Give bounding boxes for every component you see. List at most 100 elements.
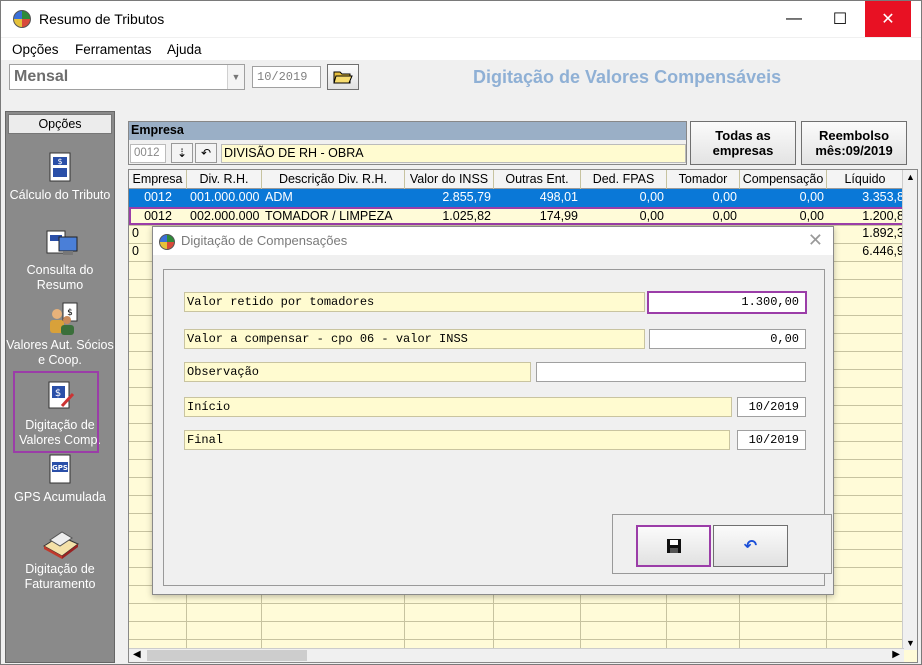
column-header[interactable]: Div. R.H. [187, 170, 262, 189]
column-header[interactable]: Descrição Div. R.H. [262, 170, 405, 189]
cell-empresa: 0012 [144, 190, 172, 204]
vertical-scrollbar[interactable]: ▲ ▼ [902, 170, 917, 650]
open-folder-button[interactable] [327, 64, 359, 90]
cell-div: 002.000.000 [190, 209, 260, 223]
empresa-code-field[interactable]: 0012 [130, 144, 166, 163]
cell-descricao: TOMADOR / LIMPEZA [265, 209, 393, 223]
computer-document-icon [45, 227, 78, 257]
app-logo-icon [159, 234, 175, 250]
sidebar-item-gps[interactable]: GPS GPS Acumulada [6, 454, 114, 505]
undo-arrow-icon[interactable]: ↶ [195, 143, 217, 163]
grid-line [129, 603, 904, 604]
menu-ajuda[interactable]: Ajuda [167, 42, 202, 57]
dialog-close-button[interactable]: ✕ [808, 230, 823, 251]
window-title: Resumo de Tributos [39, 11, 165, 27]
period-type-value: Mensal [14, 68, 69, 85]
compensacoes-dialog: Digitação de Compensações ✕ Valor retido… [152, 226, 834, 595]
field-label-valor-compensar: Valor a compensar - cpo 06 - valor INSS [184, 329, 645, 349]
column-header[interactable]: Outras Ent. [494, 170, 581, 189]
sidebar-item-valores-aut[interactable]: $ Valores Aut. Sócios e Coop. [6, 302, 114, 368]
svg-text:GPS: GPS [52, 464, 68, 472]
observacao-input[interactable] [536, 362, 806, 382]
reembolso-line1: Reembolso [818, 128, 890, 143]
undo-arrow-icon: ↶ [743, 538, 758, 555]
field-label-observacao: Observação [184, 362, 531, 382]
sidebar-item-label: GPS Acumulada [14, 490, 106, 504]
save-button[interactable] [636, 525, 711, 567]
reembolso-button[interactable]: Reembolso mês:09/2019 [801, 121, 907, 165]
open-folder-icon [333, 71, 353, 84]
scroll-up-icon[interactable]: ▲ [906, 172, 915, 182]
minimize-button[interactable]: — [771, 1, 817, 37]
column-header[interactable]: Compensação [740, 170, 827, 189]
sidebar-item-consulta[interactable]: Consulta do Resumo [6, 227, 114, 293]
cell-compensacao: 0,00 [799, 190, 824, 204]
scroll-right-icon[interactable]: ▶ [892, 649, 900, 660]
cell-empresa: 0012 [144, 209, 172, 223]
keyboard-book-icon [40, 526, 80, 559]
table-row[interactable]: 0012 002.000.000 TOMADOR / LIMPEZA 1.025… [129, 207, 904, 225]
main-window: Resumo de Tributos — ☐ ✕ Opções Ferramen… [0, 0, 922, 665]
sidebar-item-faturamento[interactable]: Digitação de Faturamento [6, 526, 114, 592]
menu-bar: Opções Ferramentas Ajuda [1, 38, 921, 60]
undo-button[interactable]: ↶ [713, 525, 788, 567]
cell-inss: 1.025,82 [442, 209, 491, 223]
all-companies-button[interactable]: Todas as empresas [690, 121, 796, 165]
menu-ferramentas[interactable]: Ferramentas [75, 42, 152, 57]
chevron-down-icon[interactable]: ▼ [227, 65, 244, 89]
calculator-document-icon: $ [45, 152, 75, 182]
column-header[interactable]: Líquido [827, 170, 904, 189]
close-button[interactable]: ✕ [865, 1, 911, 37]
scroll-thumb[interactable] [147, 650, 307, 661]
menu-opcoes[interactable]: Opções [12, 42, 59, 57]
scroll-left-icon[interactable]: ◀ [133, 649, 141, 660]
cell-liquido: 1.200,8 [862, 209, 904, 223]
grid-line [129, 621, 904, 622]
valor-retido-input[interactable]: 1.300,00 [647, 291, 807, 314]
cell-liquido: 1.892,3 [862, 226, 904, 240]
sidebar-item-label: Digitação de Faturamento [24, 562, 96, 591]
column-header[interactable]: Tomador [667, 170, 740, 189]
empresa-name-field[interactable]: DIVISÃO DE RH - OBRA [221, 144, 686, 163]
period-field[interactable]: 10/2019 [252, 66, 321, 88]
field-label-valor-retido: Valor retido por tomadores [184, 292, 645, 312]
gps-document-icon: GPS [45, 454, 75, 484]
horizontal-scrollbar[interactable]: ◀ ▶ [129, 648, 904, 662]
dialog-button-panel: ↶ [612, 514, 832, 574]
final-input[interactable]: 10/2019 [737, 430, 806, 450]
sidebar-item-label: Valores Aut. Sócios e Coop. [6, 338, 114, 367]
sidebar-item-calculo[interactable]: $ Cálculo do Tributo [6, 152, 114, 203]
sidebar-header: Opções [8, 114, 112, 134]
title-bar: Resumo de Tributos — ☐ ✕ [1, 1, 921, 37]
cell-tomador: 0,00 [712, 190, 737, 204]
cell-inss: 2.855,79 [442, 190, 491, 204]
people-money-icon: $ [45, 302, 78, 335]
screen-title: Digitação de Valores Compensáveis [473, 67, 782, 87]
valor-compensar-input[interactable]: 0,00 [649, 329, 806, 349]
all-companies-line1: Todas as [715, 128, 771, 143]
grid-line [129, 639, 904, 640]
svg-text:$: $ [57, 157, 62, 166]
cell-fpas: 0,00 [639, 209, 664, 223]
cell-outras: 498,01 [539, 190, 578, 204]
table-row[interactable]: 0012 001.000.000 ADM 2.855,79 498,01 0,0… [129, 189, 904, 207]
column-header[interactable]: Empresa [129, 170, 187, 189]
field-label-final: Final [184, 430, 730, 450]
sidebar-selection-highlight [13, 371, 99, 453]
sidebar-item-label: Consulta do Resumo [26, 263, 94, 292]
field-label-inicio: Início [184, 397, 732, 417]
cell-compensacao: 0,00 [799, 209, 824, 223]
column-header[interactable]: Ded. FPAS [581, 170, 667, 189]
maximize-button[interactable]: ☐ [817, 1, 863, 37]
scroll-down-icon[interactable]: ▼ [906, 638, 915, 648]
cell-div: 001.000.000 [190, 190, 260, 204]
column-header[interactable]: Valor do INSS [405, 170, 494, 189]
cell-outras: 174,99 [539, 209, 578, 223]
inicio-input[interactable]: 10/2019 [737, 397, 806, 417]
floppy-disk-icon [666, 539, 681, 553]
empresa-header: Empresa [129, 122, 686, 140]
download-arrow-icon[interactable]: ⇣ [171, 143, 193, 163]
period-type-select[interactable]: Mensal ▼ [9, 64, 245, 90]
cell-descricao: ADM [265, 190, 293, 204]
app-logo-icon [13, 10, 31, 28]
